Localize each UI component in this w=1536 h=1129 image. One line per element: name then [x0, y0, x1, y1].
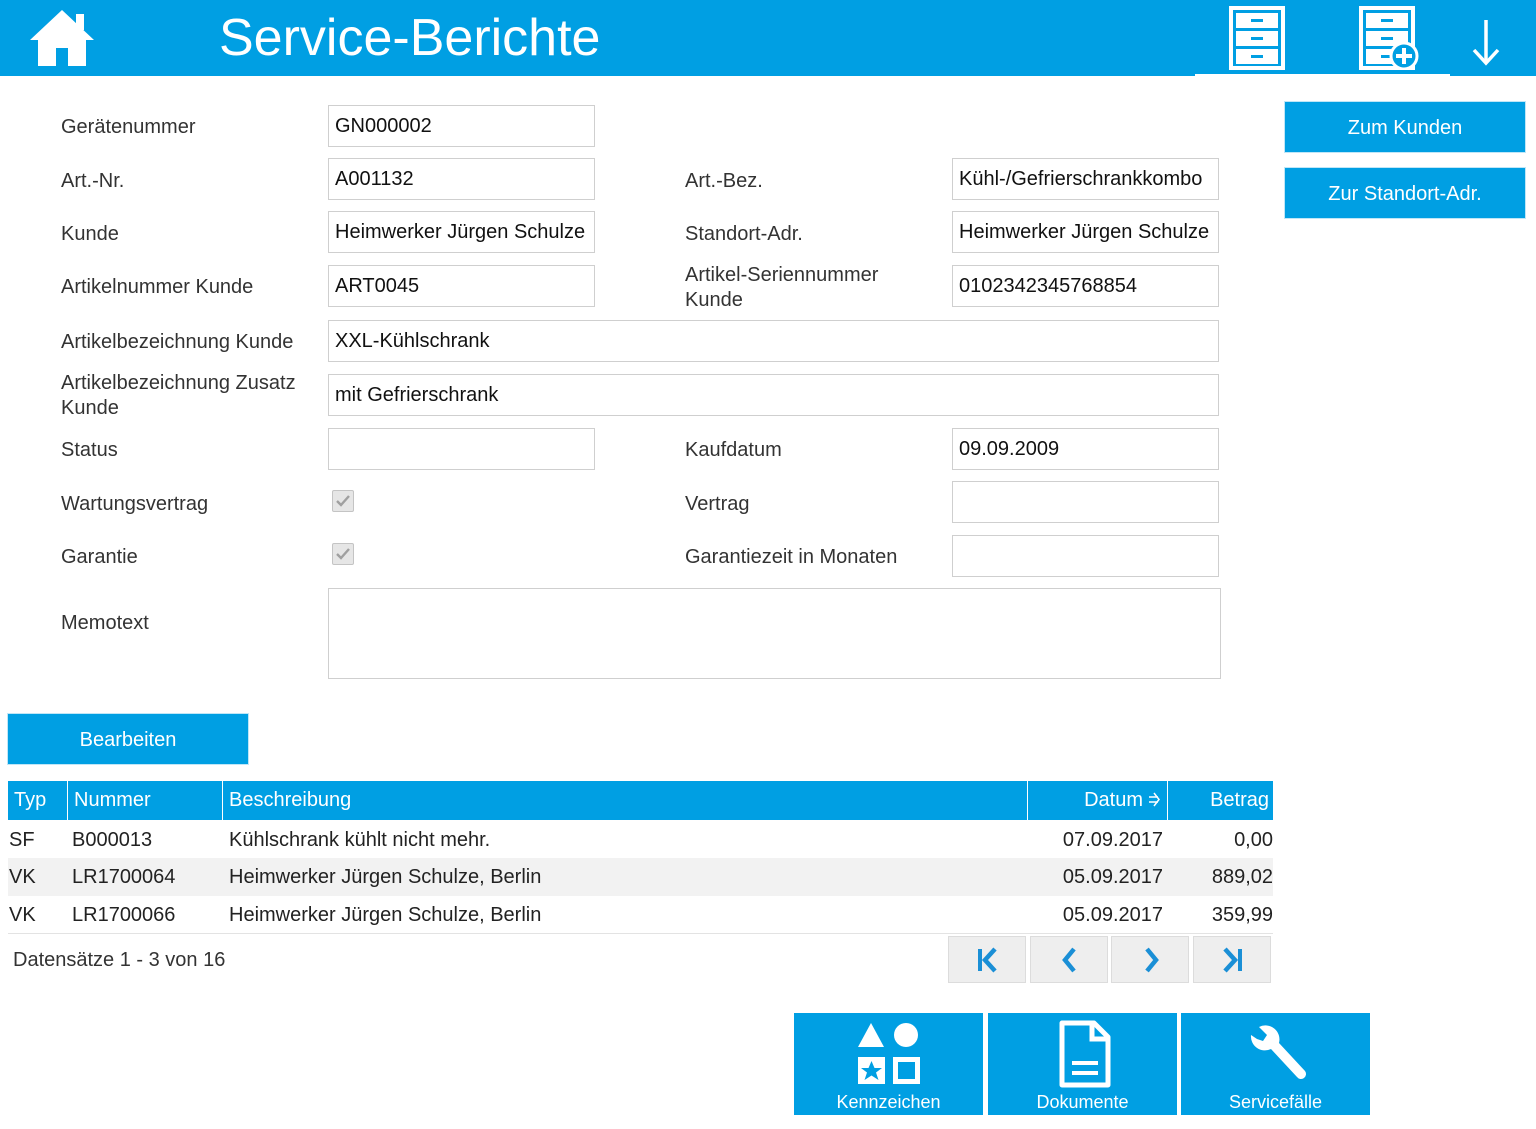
cell-typ: SF [9, 829, 35, 851]
geraetenummer-label: Gerätenummer [61, 116, 196, 138]
first-page-button[interactable] [948, 936, 1026, 983]
servicefaelle-label: Servicefälle [1228, 1092, 1323, 1112]
standort-label: Standort-Adr. [685, 223, 803, 245]
garantiezeit-label: Garantiezeit in Monaten [685, 546, 898, 568]
cell-betrag: 0,00 [1234, 829, 1273, 851]
toolbar-indicator [1195, 74, 1450, 77]
first-page-icon [978, 947, 997, 973]
cell-typ: VK [9, 904, 36, 926]
serien-kunde-field[interactable]: 0102342345768854 [952, 265, 1219, 307]
serien-kunde-label-line2: Kunde [685, 289, 743, 311]
records-button[interactable] [1226, 6, 1288, 70]
last-page-icon [1223, 947, 1242, 973]
cell-beschreibung: Kühlschrank kühlt nicht mehr. [229, 829, 491, 851]
wartungsvertrag-label: Wartungsvertrag [61, 493, 209, 515]
artbez-kunde-field[interactable]: XXL-Kühlschrank [328, 320, 1219, 362]
kaufdatum-label: Kaufdatum [685, 439, 782, 461]
zusatz-kunde-label: Artikelbezeichnung Zusatz Kunde [61, 371, 296, 421]
vertrag-label: Vertrag [685, 493, 750, 515]
zusatz-kunde-label-line1: Artikelbezeichnung Zusatz [61, 372, 296, 394]
zusatz-kunde-label-line2: Kunde [61, 397, 119, 419]
artbez-kunde-label: Artikelbezeichnung Kunde [61, 331, 294, 353]
cell-typ: VK [9, 866, 36, 888]
kennzeichen-label: Kennzeichen [836, 1092, 941, 1112]
cell-nummer: B000013 [72, 829, 153, 851]
top-bar: Service-Berichte [0, 0, 1536, 76]
file-cabinet-icon [1229, 6, 1285, 70]
grid-header: Typ Nummer Beschreibung Datum Betrag [8, 781, 1273, 820]
standort-field[interactable]: Heimwerker Jürgen Schulze [952, 211, 1219, 253]
kennzeichen-tile[interactable]: Kennzeichen [794, 1013, 983, 1115]
page-title: Service-Berichte [219, 9, 601, 67]
document-icon [1059, 1020, 1111, 1088]
artnr-field[interactable]: A001132 [328, 158, 595, 200]
garantie-label: Garantie [61, 546, 138, 568]
status-field[interactable] [328, 428, 595, 470]
file-cabinet-add-icon [1359, 6, 1419, 71]
zur-standort-button[interactable]: Zur Standort-Adr. [1284, 167, 1526, 219]
wartungsvertrag-checkbox[interactable] [332, 490, 354, 512]
cell-datum: 05.09.2017 [1062, 904, 1163, 926]
zusatz-kunde-field[interactable]: mit Gefrierschrank [328, 374, 1219, 416]
memotext-label: Memotext [61, 612, 149, 634]
cell-betrag: 359,99 [1211, 904, 1273, 926]
kaufdatum-field[interactable]: 09.09.2009 [952, 428, 1219, 470]
home-icon [30, 10, 94, 66]
new-record-button[interactable] [1356, 6, 1422, 71]
wrench-icon [1250, 1025, 1306, 1079]
servicefaelle-tile[interactable]: Servicefälle [1181, 1013, 1370, 1115]
cell-beschreibung: Heimwerker Jürgen Schulze, Berlin [229, 904, 542, 926]
column-header-beschreibung[interactable]: Beschreibung [222, 781, 1027, 820]
home-button[interactable] [26, 6, 98, 70]
checkmark-icon [336, 495, 350, 507]
next-page-button[interactable] [1111, 936, 1189, 983]
garantie-checkbox[interactable] [332, 543, 354, 565]
status-label: Status [61, 439, 118, 461]
garantiezeit-field[interactable] [952, 535, 1219, 577]
chevron-right-icon [1145, 947, 1159, 973]
memotext-field[interactable] [328, 588, 1221, 679]
cell-betrag: 889,02 [1211, 866, 1273, 888]
last-page-button[interactable] [1193, 936, 1271, 983]
shapes-icon [858, 1023, 920, 1084]
cell-datum: 05.09.2017 [1062, 866, 1163, 888]
cell-beschreibung: Heimwerker Jürgen Schulze, Berlin [229, 866, 542, 888]
table-row[interactable]: VK LR1700064 Heimwerker Jürgen Schulze, … [8, 858, 1273, 896]
serien-kunde-label: Artikel-Seriennummer Kunde [685, 263, 878, 313]
artbez-field[interactable]: Kühl-/Gefrierschrankkombo [952, 158, 1219, 200]
column-header-datum[interactable]: Datum [1027, 781, 1167, 820]
geraetenummer-field[interactable]: GN000002 [328, 105, 595, 147]
zum-kunden-button[interactable]: Zum Kunden [1284, 101, 1526, 153]
bearbeiten-button[interactable]: Bearbeiten [7, 713, 249, 765]
pager-status: Datensätze 1 - 3 von 16 [13, 949, 226, 971]
column-header-typ[interactable]: Typ [8, 781, 67, 820]
kunde-field[interactable]: Heimwerker Jürgen Schulze [328, 211, 595, 253]
serien-kunde-label-line1: Artikel-Seriennummer [685, 264, 879, 286]
cell-nummer: LR1700066 [72, 904, 176, 926]
chevron-left-icon [1062, 947, 1076, 973]
dokumente-tile[interactable]: Dokumente [988, 1013, 1177, 1115]
table-row[interactable]: SF B000013 Kühlschrank kühlt nicht mehr.… [8, 821, 1273, 859]
artnr-label: Art.-Nr. [61, 170, 125, 192]
kunde-label: Kunde [61, 223, 119, 245]
cell-nummer: LR1700064 [72, 866, 176, 888]
artnr-kunde-field[interactable]: ART0045 [328, 265, 595, 307]
arrow-down-icon [1472, 20, 1500, 66]
checkmark-icon [336, 548, 350, 560]
column-header-betrag[interactable]: Betrag [1167, 781, 1273, 820]
download-button[interactable] [1468, 6, 1504, 70]
column-header-nummer[interactable]: Nummer [67, 781, 223, 820]
sort-icon [1149, 792, 1160, 807]
column-header-datum-label: Datum [1084, 789, 1143, 811]
previous-page-button[interactable] [1030, 936, 1108, 983]
vertrag-field[interactable] [952, 481, 1219, 523]
table-row[interactable]: VK LR1700066 Heimwerker Jürgen Schulze, … [8, 896, 1273, 934]
artbez-label: Art.-Bez. [685, 170, 763, 192]
artnr-kunde-label: Artikelnummer Kunde [61, 276, 254, 298]
dokumente-label: Dokumente [1036, 1092, 1129, 1112]
cell-datum: 07.09.2017 [1062, 829, 1163, 851]
grid-divider [8, 933, 1273, 934]
